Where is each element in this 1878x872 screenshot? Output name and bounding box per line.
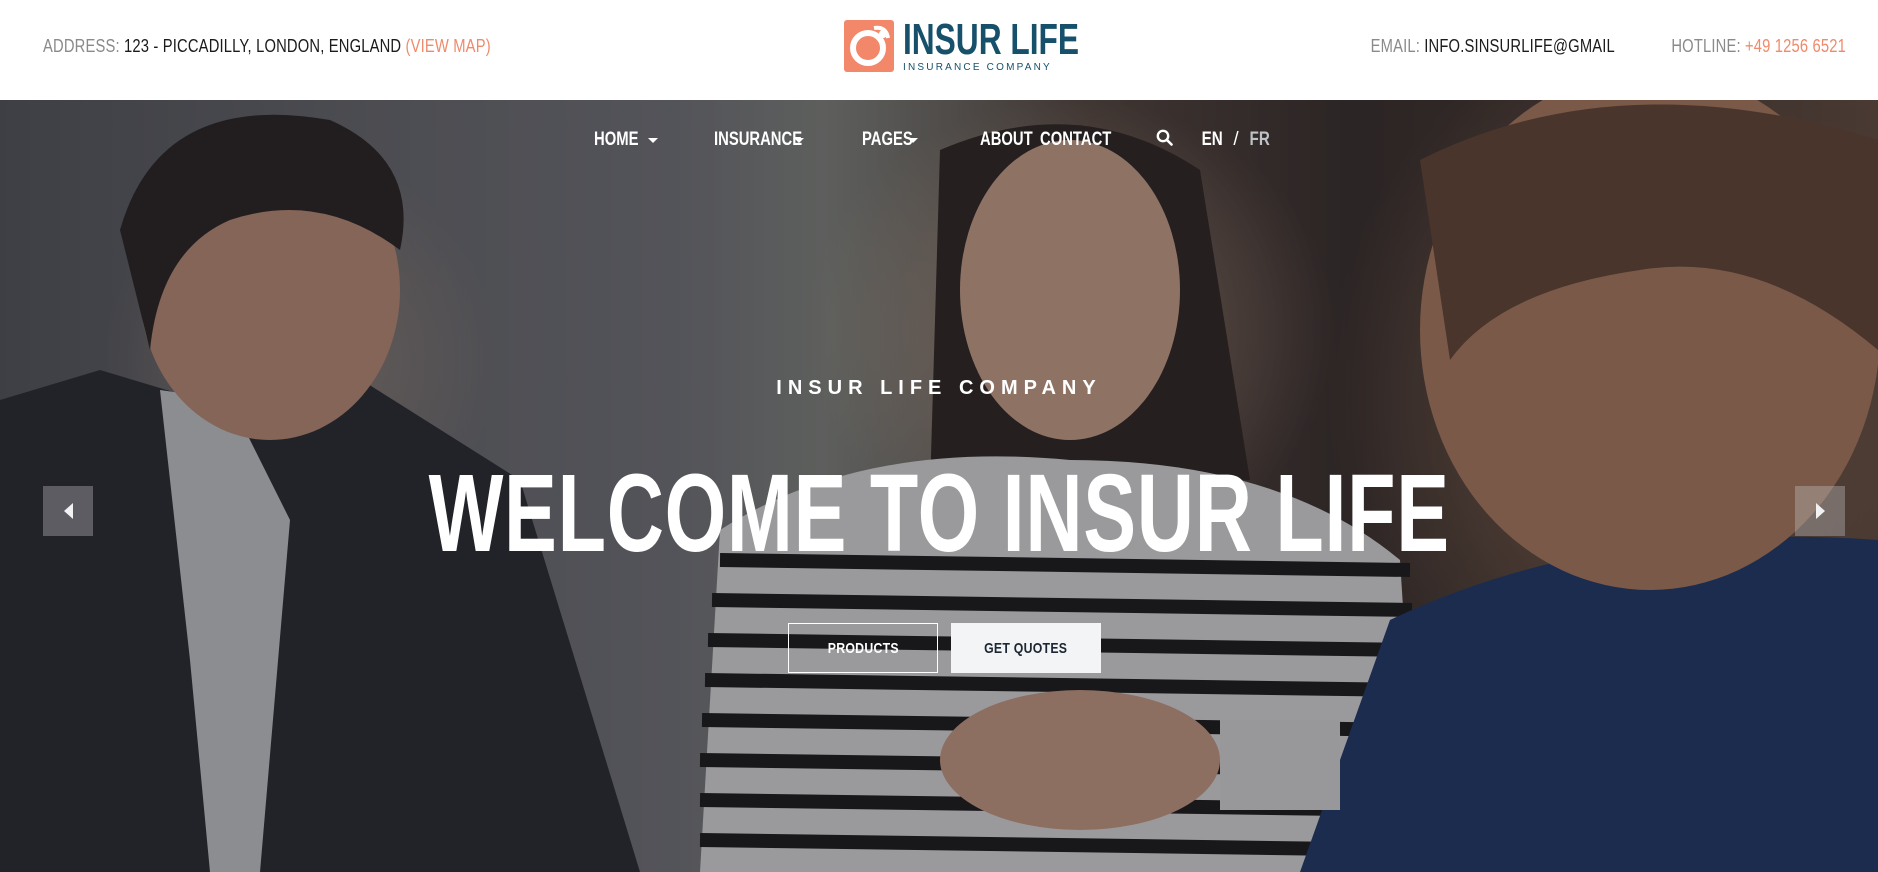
nav-item-label: ABOUT xyxy=(980,129,1033,150)
lang-separator: / xyxy=(1233,129,1239,150)
site-logo[interactable]: INSUR LIFE INSURANCE COMPANY xyxy=(844,14,1080,73)
email-value[interactable]: INFO.SINSURLIFE@GMAIL xyxy=(1424,36,1615,56)
nav-item-home[interactable]: HOME xyxy=(594,129,650,151)
top-bar: ADDRESS: 123 - PICCADILLY, LONDON, ENGLA… xyxy=(0,0,1878,100)
life-ring-logo-icon xyxy=(844,20,894,72)
hero-headline: WELCOME TO INSUR LIFE xyxy=(0,454,1878,574)
slider-prev-button[interactable] xyxy=(43,486,93,536)
products-button[interactable]: PRODUCTS xyxy=(788,623,938,673)
address-label: ADDRESS: xyxy=(43,36,120,56)
hotline-value[interactable]: +49 1256 6521 xyxy=(1745,36,1846,56)
get-quotes-button-label: GET QUOTES xyxy=(984,639,1068,657)
view-map-link[interactable]: (VIEW MAP) xyxy=(406,36,491,56)
lang-fr[interactable]: FR xyxy=(1249,129,1269,151)
nav-item-label: CONTACT xyxy=(1040,129,1112,150)
hero-slider: HOME INSURANCE PAGES ABOUT CONTACT EN / … xyxy=(0,100,1878,872)
lang-en[interactable]: EN xyxy=(1202,129,1223,151)
products-button-label: PRODUCTS xyxy=(827,639,899,657)
arrow-right-icon xyxy=(1815,503,1825,519)
nav-item-label: HOME xyxy=(594,129,639,150)
address-info: ADDRESS: 123 - PICCADILLY, LONDON, ENGLA… xyxy=(43,36,589,57)
hero-buttons: PRODUCTS GET QUOTES xyxy=(788,623,1101,673)
nav-item-pages[interactable]: PAGES xyxy=(862,129,913,151)
nav-item-insurance[interactable]: INSURANCE xyxy=(714,129,802,151)
chevron-down-icon xyxy=(648,137,658,143)
main-nav: HOME INSURANCE PAGES ABOUT CONTACT EN / … xyxy=(594,128,1272,152)
slider-next-button[interactable] xyxy=(1795,486,1845,536)
nav-item-label: INSURANCE xyxy=(714,129,803,150)
logo-title: INSUR LIFE xyxy=(903,14,1080,64)
contact-info: EMAIL: INFO.SINSURLIFE@GMAIL HOTLINE: +4… xyxy=(1317,36,1846,57)
get-quotes-button[interactable]: GET QUOTES xyxy=(951,623,1101,673)
language-switcher: EN / FR xyxy=(1199,129,1272,151)
nav-item-contact[interactable]: CONTACT xyxy=(1040,129,1120,151)
nav-item-about[interactable]: ABOUT xyxy=(980,129,1040,151)
nav-item-label: PAGES xyxy=(862,129,913,150)
hotline-label: HOTLINE: xyxy=(1671,36,1741,56)
search-icon[interactable] xyxy=(1156,129,1173,152)
hero-headline-text: WELCOME TO INSUR LIFE xyxy=(428,452,1450,575)
address-value: 123 - PICCADILLY, LONDON, ENGLAND xyxy=(124,36,402,56)
arrow-left-icon xyxy=(63,503,73,519)
email-label: EMAIL: xyxy=(1370,36,1421,56)
hero-kicker: INSUR LIFE COMPANY xyxy=(776,377,1102,399)
